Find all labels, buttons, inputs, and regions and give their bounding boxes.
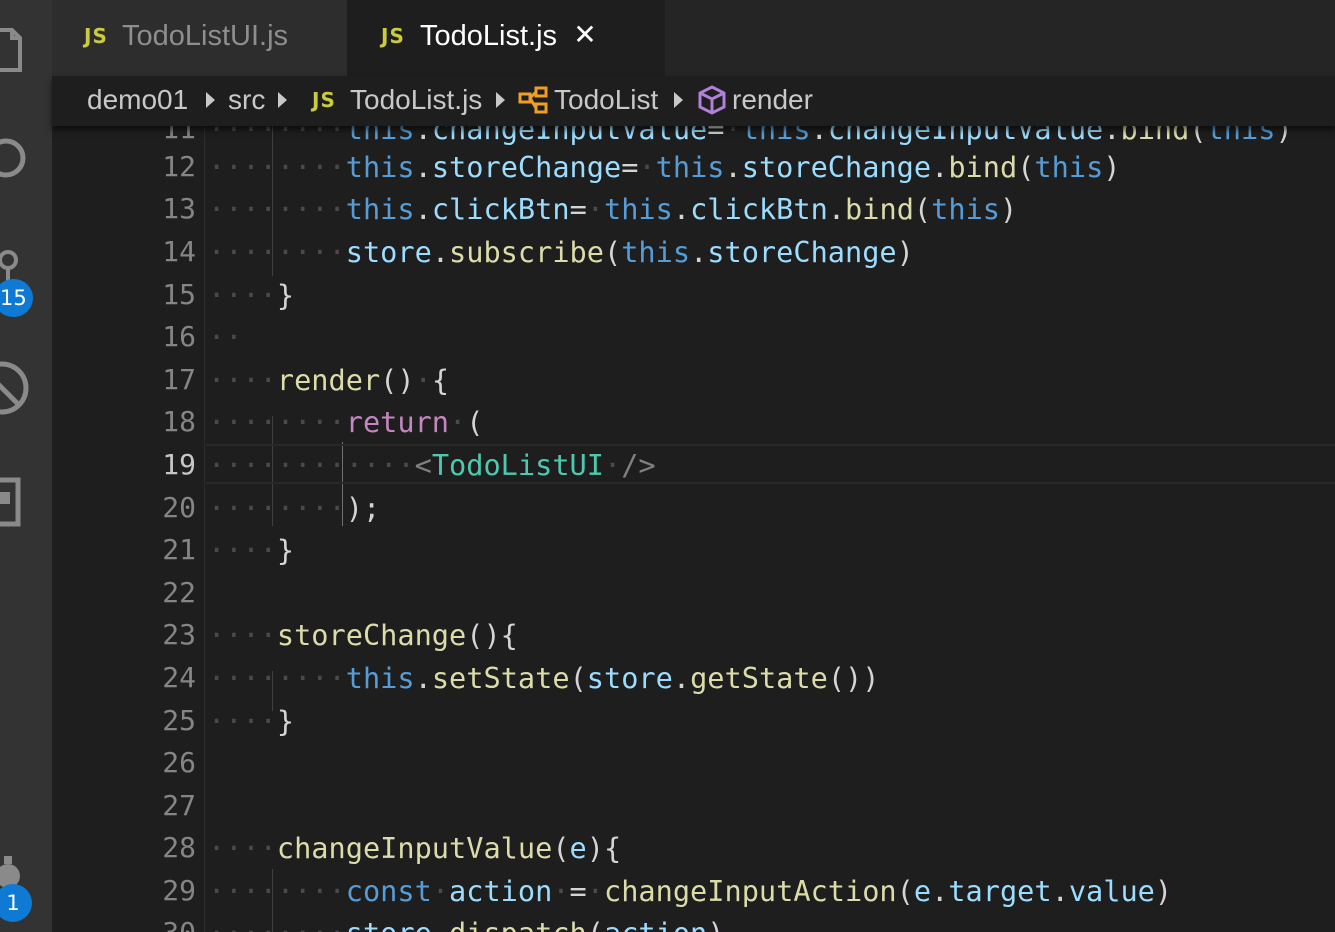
code-line-current: 19 ············<TodoListUI·/> (52, 444, 1335, 487)
code-line: 27 (52, 785, 1335, 828)
breadcrumb-method[interactable]: render (732, 84, 813, 116)
code-text: ····changeInputValue(e){ (208, 831, 622, 865)
code-line: 30 ········store.dispatch(action) (52, 912, 1335, 932)
tab-label: TodoListUI.js (122, 20, 289, 52)
code-line: 16 ·· (52, 316, 1335, 359)
code-text: ········this.storeChange=·this.storeChan… (208, 150, 1121, 184)
method-cube-icon (698, 85, 726, 115)
code-text: ········return·( (208, 405, 484, 439)
breadcrumb-folder-demo01[interactable]: demo01 (87, 84, 188, 116)
chevron-right-icon (206, 92, 215, 108)
code-text: ········this.setState(store.getState()) (208, 661, 880, 695)
line-number: 14 (162, 235, 196, 268)
search-icon[interactable] (0, 128, 34, 188)
breadcrumb-class[interactable]: TodoList (554, 84, 658, 116)
line-number: 20 (162, 491, 196, 524)
line-number: 16 (162, 320, 196, 353)
tab-todolist[interactable]: JS TodoList.js ✕ (347, 0, 665, 76)
line-number: 15 (162, 278, 196, 311)
class-icon (518, 86, 548, 114)
breadcrumb-folder-src[interactable]: src (228, 84, 265, 116)
explorer-icon[interactable] (0, 20, 34, 80)
line-number: 28 (162, 831, 196, 864)
code-text: ····} (208, 533, 295, 567)
code-text: ····render()·{ (208, 363, 450, 397)
line-number: 19 (162, 448, 196, 481)
code-text: ·· (208, 320, 243, 354)
tab-todolistui[interactable]: JS TodoListUI.js (52, 0, 347, 76)
code-line: 29 ········const·action·=·changeInputAct… (52, 870, 1335, 913)
code-text: ········store.dispatch(action) (208, 912, 725, 932)
js-file-icon: JS (312, 88, 336, 112)
line-number: 23 (162, 618, 196, 651)
code-line: 28 ····changeInputValue(e){ (52, 827, 1335, 870)
tab-bar: JS TodoListUI.js JS TodoList.js ✕ (52, 0, 1335, 76)
js-file-icon: JS (84, 24, 108, 48)
breadcrumb-file[interactable]: TodoList.js (350, 84, 482, 116)
breadcrumb: demo01 src JS TodoList.js TodoList rende… (52, 76, 1335, 126)
line-number: 12 (162, 150, 196, 183)
extensions-icon[interactable] (0, 470, 34, 530)
line-number: 24 (162, 661, 196, 694)
code-text: ············<TodoListUI·/> (208, 448, 656, 482)
code-line: 24 ········this.setState(store.getState(… (52, 657, 1335, 700)
js-file-icon: JS (381, 24, 405, 48)
code-line: 15 ····} (52, 274, 1335, 317)
line-number: 30 (92, 912, 196, 932)
line-number: 27 (162, 789, 196, 822)
settings-badge: 1 (0, 884, 32, 922)
code-line: 12 ········this.storeChange=·this.storeC… (52, 146, 1335, 189)
code-text: ····} (208, 278, 295, 312)
code-line: 22 (52, 572, 1335, 615)
chevron-right-icon (674, 92, 683, 108)
code-text: ········); (208, 491, 381, 525)
line-number: 26 (162, 746, 196, 779)
code-text: ········this.clickBtn=·this.clickBtn.bin… (208, 192, 1018, 226)
line-number: 25 (162, 704, 196, 737)
code-text: ····} (208, 704, 295, 738)
code-line: 26 (52, 742, 1335, 785)
activity-bar: 15 1 (0, 0, 52, 932)
line-number: 29 (162, 874, 196, 907)
tab-label: TodoList.js (420, 20, 558, 52)
code-line: 25 ····} (52, 700, 1335, 743)
line-number: 22 (162, 576, 196, 609)
code-line: 14 ········store.subscribe(this.storeCha… (52, 231, 1335, 274)
code-line: 17 ····render()·{ (52, 359, 1335, 402)
code-text: ········store.subscribe(this.storeChange… (208, 235, 914, 269)
line-number: 17 (162, 363, 196, 396)
code-line: 21 ····} (52, 529, 1335, 572)
line-number: 18 (162, 405, 196, 438)
code-text: ····storeChange(){ (208, 618, 518, 652)
code-text: ········const·action·=·changeInputAction… (208, 874, 1173, 908)
code-editor[interactable]: 11 ········this.changeInputValue=·this.c… (52, 126, 1335, 932)
code-line: 20 ········); (52, 487, 1335, 530)
chevron-right-icon (278, 92, 287, 108)
source-control-badge: 15 (0, 279, 33, 317)
code-line: 23 ····storeChange(){ (52, 614, 1335, 657)
chevron-right-icon (496, 92, 505, 108)
code-line: 13 ········this.clickBtn=·this.clickBtn.… (52, 188, 1335, 231)
code-line: 18 ········return·( (52, 401, 1335, 444)
close-icon[interactable]: ✕ (570, 18, 600, 54)
debug-icon[interactable] (0, 358, 34, 418)
line-number: 21 (162, 533, 196, 566)
line-number: 13 (162, 192, 196, 225)
